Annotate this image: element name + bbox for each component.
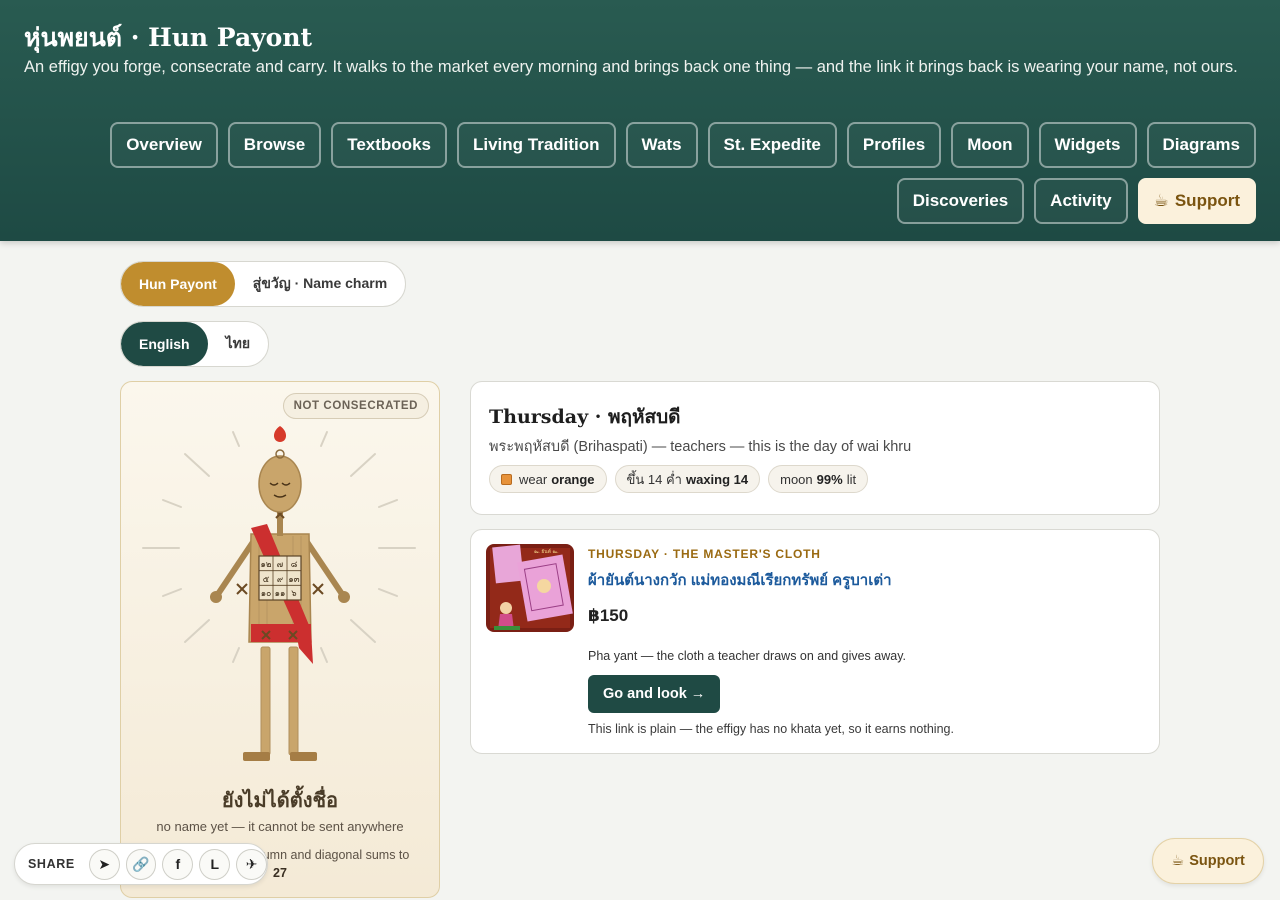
nav-widgets[interactable]: Widgets	[1038, 122, 1137, 168]
yantra-cell-5: ๑๓	[288, 575, 299, 585]
floating-support-label: Support	[1189, 853, 1245, 869]
effigy-figure: ๑๒ ๗๘ ๕๙ ๑๓ ๑๐ ๑๑ ๖	[142, 426, 416, 761]
nav-activity[interactable]: Activity	[1034, 178, 1128, 224]
language-toggle: English ไทย	[120, 321, 270, 367]
nav-st-expedite[interactable]: St. Expedite	[707, 122, 837, 168]
pha-yant-image: ๛ ยันต์ ๛	[486, 544, 574, 632]
offer-card: ๛ ยันต์ ๛ THURSDAY · THE MASTER'S CLOTH …	[470, 529, 1160, 754]
nav-wats[interactable]: Wats	[625, 122, 698, 168]
magic-sum: 27	[273, 866, 287, 880]
wear-color-chip: wear orange	[489, 465, 607, 493]
effigy-legs	[243, 646, 317, 761]
yantra-cell-2: ๘	[291, 560, 298, 570]
yantra-cell-8: ๖	[291, 589, 296, 599]
product-thumbnail[interactable]: ๛ ยันต์ ๛	[486, 544, 574, 632]
link-icon[interactable]: 🔗	[125, 848, 157, 880]
nav-profiles[interactable]: Profiles	[846, 122, 942, 168]
line-icon[interactable]: L	[199, 848, 231, 880]
floating-support-button[interactable]: ☕ Support	[1152, 838, 1264, 884]
yantra-cell-7: ๑๑	[275, 589, 286, 599]
yantra-cell-6: ๑๐	[261, 589, 272, 599]
svg-text:๛ ยันต์ ๛: ๛ ยันต์ ๛	[534, 548, 559, 555]
affiliate-note: This link is plain — the effigy has no k…	[588, 722, 954, 736]
effigy-card: NOT CONSECRATED ๑๒ ๗ ๘ ๕ ๙ ๑๓ ๑๐ ๑๑ ๖ ยั…	[120, 381, 440, 898]
effigy-name-note: no name yet — it cannot be sent anywhere	[156, 819, 404, 834]
moon-phase-chip: moon 99% lit	[768, 465, 869, 493]
nav-moon[interactable]: Moon	[951, 122, 1029, 168]
product-price: ฿150	[588, 606, 629, 625]
mode-hun-payont[interactable]: Hun Payont	[121, 262, 235, 306]
mode-toggle: Hun Payont สู่ขวัญ · Name charm	[120, 261, 407, 307]
day-description: พระพฤหัสบดี (Brihaspati) — teachers — th…	[489, 439, 912, 455]
day-card: Thursday · พฤหัสบดี พระพฤหัสบดี (Brihasp…	[470, 381, 1160, 515]
nav-textbooks[interactable]: Textbooks	[331, 122, 447, 168]
nav-diagrams[interactable]: Diagrams	[1146, 122, 1256, 168]
red-belt	[251, 624, 311, 642]
main-nav: Overview Browse Textbooks Living Traditi…	[96, 122, 1256, 224]
nav-support-button[interactable]: ☕ Support	[1137, 178, 1256, 224]
yantra-cell-4: ๙	[277, 575, 283, 585]
share-bar: SHARE ➤ 🔗 f L ✈	[14, 843, 268, 885]
coffee-icon: ☕	[1153, 191, 1169, 210]
effigy-head	[258, 455, 302, 513]
facebook-icon[interactable]: f	[162, 848, 194, 880]
nav-support-label: Support	[1174, 191, 1240, 210]
offer-kicker: THURSDAY · THE MASTER'S CLOTH	[588, 547, 821, 561]
color-swatch	[501, 473, 512, 485]
site-header: หุ่นพยนต์ · Hun Payont An effigy you for…	[0, 0, 1280, 241]
yantra-cell-1: ๗	[277, 560, 283, 570]
nav-living-tradition[interactable]: Living Tradition	[456, 122, 616, 168]
lang-thai[interactable]: ไทย	[208, 322, 268, 366]
effigy-name: ยังไม่ได้ตั้งชื่อ	[221, 788, 339, 812]
day-chips: wear orange ขึ้น 14 ค่ำ waxing 14 moon 9…	[489, 465, 869, 493]
telegram-icon[interactable]: ✈	[236, 848, 267, 880]
site-subtitle: An effigy you forge, consecrate and carr…	[24, 58, 1238, 76]
lang-english[interactable]: English	[121, 322, 208, 366]
nav-overview[interactable]: Overview	[110, 122, 218, 168]
nav-browse[interactable]: Browse	[227, 122, 322, 168]
go-and-look-button[interactable]: Go and look →	[588, 675, 721, 713]
day-title: Thursday · พฤหัสบดี	[489, 406, 681, 428]
lunar-day-chip: ขึ้น 14 ค่ำ waxing 14	[614, 465, 761, 493]
nav-discoveries[interactable]: Discoveries	[896, 178, 1025, 224]
coffee-icon: ☕	[1171, 853, 1185, 869]
send-icon[interactable]: ➤	[88, 848, 120, 880]
share-label: SHARE	[28, 857, 75, 871]
site-title: หุ่นพยนต์ · Hun Payont	[24, 23, 313, 52]
product-link[interactable]: ผ้ายันต์นางกวัก แม่ทองมณีเรียกทรัพย์ ครู…	[588, 568, 892, 592]
product-description: Pha yant — the cloth a teacher draws on …	[588, 649, 907, 663]
yantra-cell-3: ๕	[263, 575, 270, 585]
flame-icon	[273, 426, 287, 442]
mode-name-charm[interactable]: สู่ขวัญ · Name charm	[235, 262, 405, 306]
yantra-cell-0: ๑๒	[261, 560, 272, 570]
